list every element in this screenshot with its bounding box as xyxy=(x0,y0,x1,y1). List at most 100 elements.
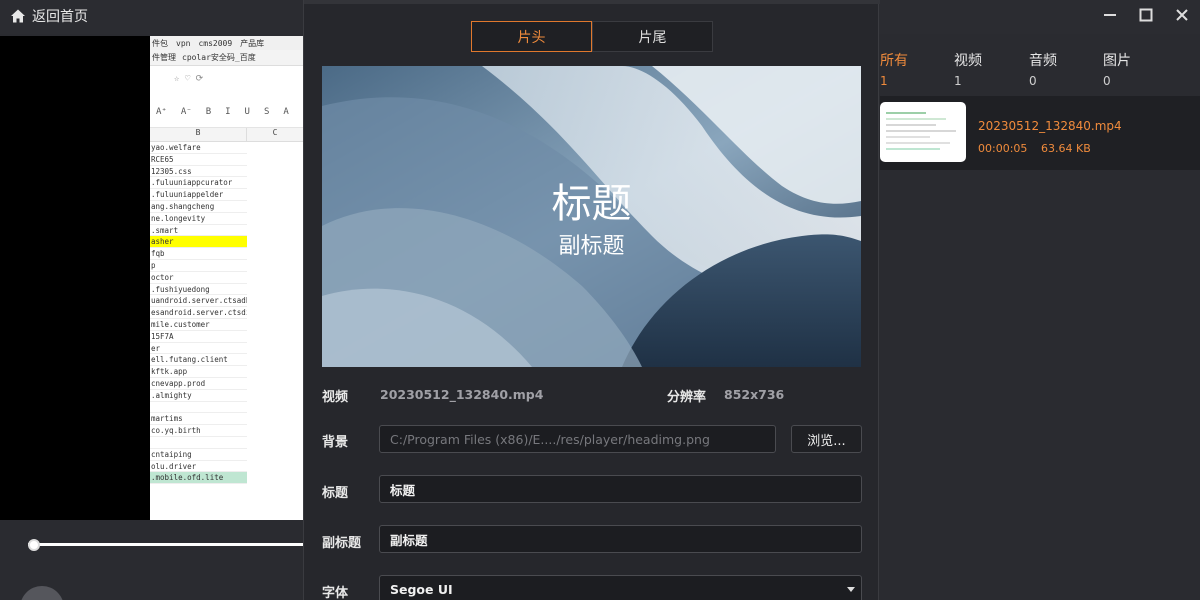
bookmark-item: 件包 xyxy=(152,38,168,48)
sheet-rows: yao.welfare RCE65 12305.css .fuluuniappcura… xyxy=(150,142,303,485)
filter-audio-count: 0 xyxy=(1029,74,1037,88)
minimize-button[interactable] xyxy=(1092,0,1128,30)
play-button[interactable] xyxy=(20,586,64,600)
sheet-row: co.yq.birth xyxy=(150,425,247,437)
sheet-row: RCE65 xyxy=(150,154,247,166)
column-c-header: C xyxy=(272,128,278,137)
preview-subtitle: 副标题 xyxy=(558,234,625,259)
browser-tab: 件管理 xyxy=(152,53,176,62)
font-select[interactable]: Segoe UI xyxy=(379,575,862,600)
sheet-row: mile.customer xyxy=(150,319,247,331)
progress-handle[interactable] xyxy=(28,539,40,551)
chevron-down-icon xyxy=(847,587,855,592)
sheet-row: .fuluuniappcurator xyxy=(150,177,247,190)
format-icon: S xyxy=(263,106,270,117)
font-select-value: Segoe UI xyxy=(390,581,453,597)
background-path-input[interactable]: C:/Program Files (x86)/E..../res/player/… xyxy=(379,425,776,453)
progress-track[interactable] xyxy=(28,543,304,546)
filter-video-count: 1 xyxy=(954,74,962,88)
bookmark-item: 产品库 xyxy=(240,38,265,48)
filter-video-label: 视频 xyxy=(954,53,982,69)
sheet-row: .fushiyuedong xyxy=(150,284,247,296)
minimize-icon xyxy=(1104,14,1116,16)
filter-audio-label: 音频 xyxy=(1029,53,1057,69)
title-input[interactable]: 标题 xyxy=(379,475,862,503)
filter-image-count: 0 xyxy=(1103,74,1111,88)
preview-title: 标题 xyxy=(551,181,632,227)
sheet-row: p xyxy=(150,260,247,272)
maximize-icon xyxy=(1139,8,1153,22)
sheet-row: octor xyxy=(150,272,247,284)
sheet-row: uandroid.server.ctsadhere xyxy=(150,296,247,308)
media-list-item[interactable]: 20230512_132840.mp4 00:00:05 63.64 KB xyxy=(880,96,1200,170)
filter-image-label: 图片 xyxy=(1103,53,1131,69)
column-b-header: B xyxy=(150,128,247,141)
window-controls xyxy=(1092,0,1200,30)
filter-all-count: 1 xyxy=(880,74,888,88)
subtitle-input-value: 副标题 xyxy=(390,532,428,548)
video-label: 视频 xyxy=(322,390,349,405)
background-path-placeholder: C:/Program Files (x86)/E..../res/player/… xyxy=(390,431,710,447)
sheet-row: cnevapp.prod xyxy=(150,378,247,390)
sheet-row: olu.driver xyxy=(150,461,247,473)
intro-preview-image: 标题 副标题 xyxy=(322,66,861,367)
filter-video[interactable]: 视频 1 xyxy=(954,50,982,88)
filter-all-label: 所有 xyxy=(880,53,908,69)
filter-all[interactable]: 所有 1 xyxy=(880,50,908,88)
column-header: B C xyxy=(150,128,303,142)
media-filesize: 63.64 KB xyxy=(1041,142,1091,155)
sheet-row: .almighty xyxy=(150,390,247,402)
media-library-panel: 所有 1 视频 1 音频 0 图片 0 20230512_132840.mp4 … xyxy=(880,34,1200,600)
sheet-row: .smart xyxy=(150,225,247,237)
sheet-row: martims xyxy=(150,413,247,426)
sheet-row: cntaiping xyxy=(150,449,247,461)
back-home-label: 返回首页 xyxy=(32,9,88,25)
sheet-row: er xyxy=(150,343,247,355)
font-label: 字体 xyxy=(322,586,349,600)
subtitle-input[interactable]: 副标题 xyxy=(379,525,862,553)
browser-tab: cpolar安全码_百度 xyxy=(182,53,256,62)
title-input-value: 标题 xyxy=(390,482,416,498)
back-home-button[interactable]: 返回首页 xyxy=(10,6,88,26)
sheet-row: fqb xyxy=(150,248,247,260)
sheet-row: 15F7A xyxy=(150,331,247,343)
background-label: 背景 xyxy=(322,435,349,450)
browser-tabs: 件管理 cpolar安全码_百度 xyxy=(150,50,303,66)
filter-audio[interactable]: 音频 0 xyxy=(1029,50,1057,88)
sheet-row: kftk.app xyxy=(150,366,247,378)
title-label: 标题 xyxy=(322,486,349,501)
close-button[interactable] xyxy=(1164,0,1200,30)
video-filename: 20230512_132840.mp4 xyxy=(380,387,544,402)
sheet-row: .mobile.ofd.lite xyxy=(150,472,247,485)
sheet-row xyxy=(150,437,247,449)
browser-bookmarks: 件包 vpn cms2009 产品库 xyxy=(150,36,303,50)
sheet-icon-row: ☆ ♡ ⟳ xyxy=(174,74,204,84)
sheet-row xyxy=(150,402,247,414)
sheet-row: ang.shangcheng xyxy=(150,201,247,213)
filter-image[interactable]: 图片 0 xyxy=(1103,50,1131,88)
bookmark-item: vpn xyxy=(176,38,191,48)
sheet-row: esandroid.server.ctsdissol xyxy=(150,308,247,319)
sheet-row: ne.longevity xyxy=(150,213,247,225)
spreadsheet-frame: 件包 vpn cms2009 产品库 件管理 cpolar安全码_百度 ☆ ♡ … xyxy=(150,36,303,520)
media-filename: 20230512_132840.mp4 xyxy=(978,119,1122,133)
resolution-value: 852x736 xyxy=(724,387,785,402)
format-icon: A⁻ xyxy=(180,106,192,117)
format-icon: B xyxy=(205,106,212,117)
media-duration: 00:00:05 xyxy=(978,142,1028,155)
dialog-top-strip xyxy=(304,0,880,4)
format-toolbar: A⁺ A⁻ B I U S A xyxy=(150,96,303,128)
sheet-row: 12305.css xyxy=(150,166,247,178)
intro-settings-dialog: 片头 片尾 标题 副标题 视频 20230512_132840.mp4 分辨率 … xyxy=(303,0,880,600)
browse-button[interactable]: 浏览... xyxy=(791,425,862,453)
video-preview[interactable]: 件包 vpn cms2009 产品库 件管理 cpolar安全码_百度 ☆ ♡ … xyxy=(0,36,303,520)
bookmark-item: cms2009 xyxy=(198,38,233,48)
tab-intro[interactable]: 片头 xyxy=(471,21,592,52)
format-icon: A xyxy=(283,106,289,117)
maximize-button[interactable] xyxy=(1128,0,1164,30)
format-icon: A⁺ xyxy=(156,106,167,117)
sheet-row: yao.welfare xyxy=(150,142,247,154)
format-icon: U xyxy=(244,106,250,117)
media-thumbnail xyxy=(880,102,966,162)
tab-outro[interactable]: 片尾 xyxy=(592,21,713,52)
